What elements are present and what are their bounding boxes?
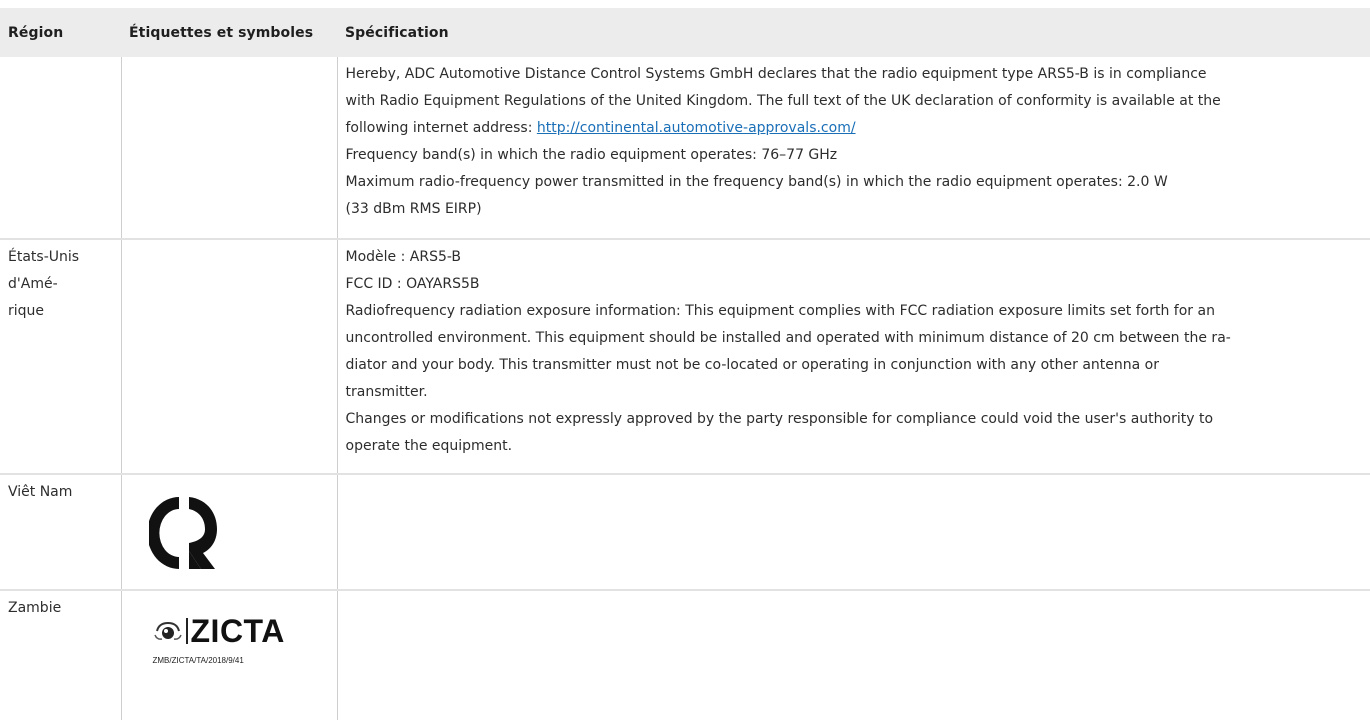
- region-line: rique: [8, 303, 45, 319]
- spec-line: following internet address: http://conti…: [346, 115, 1363, 142]
- spec-cell: Modèle : ARS5-B FCC ID : OAYARS5B Radiof…: [336, 239, 1370, 474]
- table-row-vietnam: Viêt Nam: [0, 474, 1370, 590]
- zicta-emblem-icon: [153, 621, 182, 640]
- region-line: États-Unis: [8, 249, 80, 265]
- spec-line: Modèle : ARS5-B: [345, 249, 462, 265]
- header-region: Région: [0, 8, 121, 57]
- spec-line: FCC ID : OAYARS5B: [345, 276, 480, 292]
- spec-line: uncontrolled environment. This equipment…: [345, 330, 1231, 346]
- spec-line: Maximum radio-frequency power transmitte…: [345, 174, 1168, 190]
- vietnam-cr-mark-icon: [148, 497, 217, 569]
- table-row-zambia: Zambie ZICTA ZMB/ZICTA/TA/2018/9/41: [0, 590, 1370, 720]
- region-cell: Zambie: [8, 600, 62, 616]
- spec-line: with Radio Equipment Regulations of the …: [345, 93, 1221, 109]
- spec-cell: [336, 474, 1370, 590]
- declaration-link[interactable]: http://continental.automotive-approvals.…: [537, 120, 856, 136]
- regulatory-table: Région Étiquettes et symboles Spécificat…: [0, 8, 1370, 720]
- header-labels-symbols: Étiquettes et symboles: [121, 8, 337, 57]
- region-line: d'Amé-: [8, 276, 58, 292]
- header-specification: Spécification: [337, 8, 1370, 57]
- spec-line: Radiofrequency radiation exposure inform…: [345, 303, 1215, 319]
- zicta-divider: [185, 618, 188, 644]
- spec-line: transmitter.: [345, 384, 428, 400]
- table-row-usa: États-Unis d'Amé- rique Modèle : ARS5-B …: [0, 239, 1370, 474]
- zicta-wordmark: ZICTA: [190, 613, 285, 649]
- spec-text: following internet address:: [345, 120, 537, 136]
- spec-line: diator and your body. This transmitter m…: [345, 357, 1160, 373]
- labels-cell: [120, 239, 337, 474]
- table-header-row: Région Étiquettes et symboles Spécificat…: [0, 8, 1370, 57]
- labels-cell: ZICTA ZMB/ZICTA/TA/2018/9/41: [120, 590, 337, 720]
- zicta-approval-code: ZMB/ZICTA/TA/2018/9/41: [152, 656, 244, 665]
- region-cell: États-Unis d'Amé- rique: [0, 239, 121, 474]
- spec-line: operate the equipment.: [345, 438, 513, 454]
- region-cell: [0, 57, 121, 239]
- spec-line: Hereby, ADC Automotive Distance Control …: [345, 66, 1207, 82]
- region-cell: Viêt Nam: [8, 484, 73, 500]
- spec-cell: [336, 590, 1370, 720]
- labels-cell: [120, 474, 337, 590]
- spec-line: (33 dBm RMS EIRP): [345, 201, 482, 217]
- zicta-logo-icon: ZICTA ZMB/ZICTA/TA/2018/9/41: [153, 614, 337, 674]
- spec-cell: Hereby, ADC Automotive Distance Control …: [336, 57, 1370, 239]
- labels-cell: [120, 57, 337, 239]
- table-row-uk: Hereby, ADC Automotive Distance Control …: [0, 57, 1370, 239]
- spec-line: Changes or modifications not expressly a…: [345, 411, 1214, 427]
- spec-line: Frequency band(s) in which the radio equ…: [345, 147, 838, 163]
